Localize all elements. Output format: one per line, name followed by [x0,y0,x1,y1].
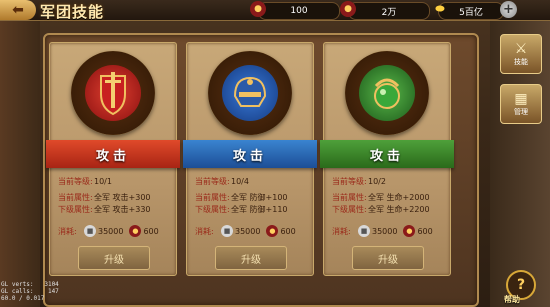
debug-line: 60.0 / 0.017 [1,295,45,302]
current-attr-label: 当前属性: [195,193,230,202]
resource-money-value: 2万 [381,7,397,18]
plus-icon: + [503,2,514,17]
help-button[interactable]: ? 帮助 [500,270,546,304]
resource-gold: 5百亿 [438,2,504,20]
next-attr-value: 全军 攻击+330 [94,205,151,214]
current-attr-value: 全军 防御+100 [231,193,288,202]
silver-icon: ■ [358,225,370,237]
food-icon: ● [266,225,279,237]
next-attr-label: 下级属性: [195,205,230,214]
current-attr-label: 当前属性: [332,193,367,202]
silver-icon: ■ [221,225,233,237]
next-attr-label: 下级属性: [58,205,93,214]
skill-card-attack: 攻击 当前等级: 10/1 当前属性: 全军 攻击+300 下级属性: 全军 攻击+3… [46,42,180,276]
cost-silver: 35000 [98,226,124,236]
resource-coin-value: 100 [290,6,308,16]
help-label: 帮助 [504,295,520,304]
current-attr-value: 全军 攻击+300 [94,193,151,202]
gold-ingot-icon: ⬬ [435,2,445,15]
money-bag-icon: ● [340,1,356,17]
resource-coin: 100 [258,2,340,20]
upgrade-cost: 消耗: ■ 35000 ● 600 [58,225,159,237]
back-button[interactable]: ⬅ [0,0,36,20]
cost-food: 600 [143,226,159,236]
side-tab-manage-label: 管理 [514,108,528,116]
resource-gold-value: 5百亿 [459,7,483,18]
level-label: 当前等级: [195,177,230,186]
current-attr-value: 全军 生命+2000 [368,193,430,202]
food-icon: ● [129,225,142,237]
next-attr-value: 全军 生命+2200 [368,205,430,214]
crossed-swords-icon: ⚔ [514,41,528,57]
side-tab-skills[interactable]: ⚔ 技能 [500,34,542,74]
cost-food: 600 [417,226,433,236]
skill-stats: 当前等级: 10/1 当前属性: 全军 攻击+300 下级属性: 全军 攻击+330 [58,176,173,216]
cost-food: 600 [280,226,296,236]
debug-line: GL calls: 147 [1,288,59,295]
level-value: 10/2 [368,177,386,186]
cost-label: 消耗: [332,226,351,236]
coin-bag-icon: ● [250,1,266,17]
level-value: 10/4 [231,177,249,186]
skill-stats: 当前等级: 10/2 当前属性: 全军 生命+2000 下级属性: 全军 生命+220… [332,176,447,216]
level-label: 当前等级: [332,177,367,186]
blue-helmet-emblem [208,51,292,135]
next-attr-label: 下级属性: [332,205,367,214]
skill-card-defense: 攻击 当前等级: 10/4 当前属性: 全军 防御+100 下级属性: 全军 防御+1… [183,42,317,276]
green-jade-emblem [345,51,429,135]
side-tab-skills-label: 技能 [514,58,528,66]
level-value: 10/1 [94,177,112,186]
upgrade-button[interactable]: 升级 [215,246,287,270]
skill-card-health: 攻击 当前等级: 10/2 当前属性: 全军 生命+2000 下级属性: 全军 生命+… [320,42,454,276]
upgrade-cost: 消耗: ■ 35000 ● 600 [195,225,296,237]
skill-name-ribbon: 攻击 [183,140,317,168]
jade-orb-icon [374,78,400,109]
cost-silver: 35000 [372,226,398,236]
helmet-icon [233,76,267,107]
food-icon: ● [403,225,416,237]
add-currency-button[interactable]: + [500,1,517,18]
skill-stats: 当前等级: 10/4 当前属性: 全军 防御+100 下级属性: 全军 防御+110 [195,176,310,216]
upgrade-cost: 消耗: ■ 35000 ● 600 [332,225,433,237]
skill-name-ribbon: 攻击 [320,140,454,168]
resource-money: 2万 [348,2,430,20]
page-title: 军团技能 [40,3,105,21]
cost-label: 消耗: [58,226,77,236]
background-left-scene [0,18,40,307]
top-bar: ⬅ 军团技能 100 ● 2万 ● 5百亿 ⬬ + [0,0,550,21]
level-label: 当前等级: [58,177,93,186]
silver-icon: ■ [84,225,96,237]
cost-label: 消耗: [195,226,214,236]
grid-manage-icon: ▦ [514,91,528,107]
red-sword-shield-emblem [71,51,155,135]
next-attr-value: 全军 防御+110 [231,205,288,214]
side-tab-manage[interactable]: ▦ 管理 [500,84,542,124]
sword-shield-icon [100,72,126,116]
debug-line: GL verts: 3104 [1,281,59,288]
skill-name-ribbon: 攻击 [46,140,180,168]
current-attr-label: 当前属性: [58,193,93,202]
cost-silver: 35000 [235,226,261,236]
upgrade-button[interactable]: 升级 [352,246,424,270]
arrow-left-icon: ⬅ [12,2,24,18]
upgrade-button[interactable]: 升级 [78,246,150,270]
debug-overlay: GL verts: 3104 GL calls: 147 60.0 / 0.017 [1,281,59,302]
